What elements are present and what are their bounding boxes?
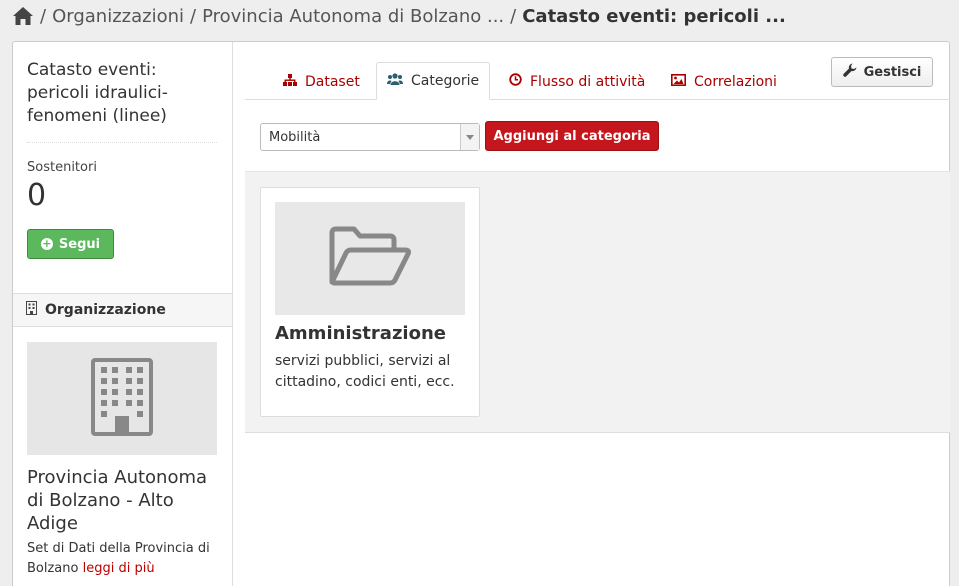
sidebar: Catasto eventi: pericoli idraulici-fenom… bbox=[13, 42, 233, 586]
manage-button[interactable]: Gestisci bbox=[831, 57, 933, 87]
organization-section-label: Organizzazione bbox=[45, 302, 166, 318]
tab-dataset-label: Dataset bbox=[305, 73, 360, 90]
category-card-description: servizi pubblici, servizi al cittadino, … bbox=[275, 353, 455, 390]
followers-label: Sostenitori bbox=[27, 160, 97, 175]
divider bbox=[27, 142, 217, 143]
read-more-link[interactable]: leggi di più bbox=[83, 561, 155, 576]
breadcrumb-separator: / bbox=[190, 5, 197, 27]
tab-categories[interactable]: Categorie bbox=[376, 62, 491, 100]
tab-activity-stream-label: Flusso di attività bbox=[530, 73, 646, 90]
tab-categories-label: Categorie bbox=[411, 73, 480, 89]
category-card-title[interactable]: Amministrazione bbox=[275, 323, 446, 344]
building-icon bbox=[26, 301, 37, 319]
tab-related[interactable]: Correlazioni bbox=[661, 63, 787, 100]
category-grid: Amministrazione servizi pubblici, serviz… bbox=[245, 171, 950, 433]
main-panel: Catasto eventi: pericoli idraulici-fenom… bbox=[12, 41, 950, 586]
picture-icon bbox=[671, 73, 686, 90]
breadcrumb-dataset[interactable]: Catasto eventi: pericoli ... bbox=[522, 6, 786, 27]
breadcrumb-separator: / bbox=[510, 5, 517, 27]
breadcrumb: / Organizzazioni / Provincia Autonoma di… bbox=[12, 4, 786, 28]
tab-related-label: Correlazioni bbox=[694, 73, 777, 90]
followers-count: 0 bbox=[27, 178, 47, 213]
manage-button-label: Gestisci bbox=[863, 64, 922, 80]
category-card-image[interactable] bbox=[275, 202, 465, 315]
home-icon[interactable] bbox=[12, 6, 34, 26]
tab-activity-stream[interactable]: Flusso di attività bbox=[499, 63, 655, 100]
building-icon bbox=[91, 357, 153, 440]
tabs-bar: Dataset Categorie Flusso di attività Cor… bbox=[245, 42, 950, 100]
users-icon bbox=[387, 73, 403, 89]
chevron-down-icon[interactable] bbox=[460, 124, 479, 150]
plus-circle-icon: + bbox=[40, 237, 53, 250]
folder-open-icon bbox=[328, 226, 412, 292]
sitemap-icon bbox=[283, 73, 297, 90]
clock-icon bbox=[509, 73, 522, 90]
tab-dataset[interactable]: Dataset bbox=[273, 63, 370, 100]
breadcrumb-organization[interactable]: Provincia Autonoma di Bolzano ... bbox=[202, 6, 504, 27]
content-area: Dataset Categorie Flusso di attività Cor… bbox=[245, 42, 950, 586]
wrench-icon bbox=[842, 63, 857, 81]
follow-button-label: Segui bbox=[58, 236, 101, 252]
organization-description: Set di Dati della Provincia di Bolzano l… bbox=[27, 539, 222, 579]
breadcrumb-separator: / bbox=[40, 5, 47, 27]
organization-section-header: Organizzazione bbox=[13, 293, 232, 327]
breadcrumb-organizations[interactable]: Organizzazioni bbox=[52, 6, 184, 27]
organization-name[interactable]: Provincia Autonoma di Bolzano - Alto Adi… bbox=[27, 466, 222, 535]
category-card[interactable]: Amministrazione servizi pubblici, serviz… bbox=[260, 187, 480, 417]
follow-button[interactable]: + Segui bbox=[27, 229, 114, 259]
category-select-value: Mobilità bbox=[269, 129, 321, 145]
category-select[interactable]: Mobilità bbox=[260, 123, 480, 151]
organization-image[interactable] bbox=[27, 342, 217, 455]
dataset-title: Catasto eventi: pericoli idraulici-fenom… bbox=[27, 60, 168, 126]
add-to-category-button[interactable]: Aggiungi al categoria bbox=[485, 121, 659, 151]
